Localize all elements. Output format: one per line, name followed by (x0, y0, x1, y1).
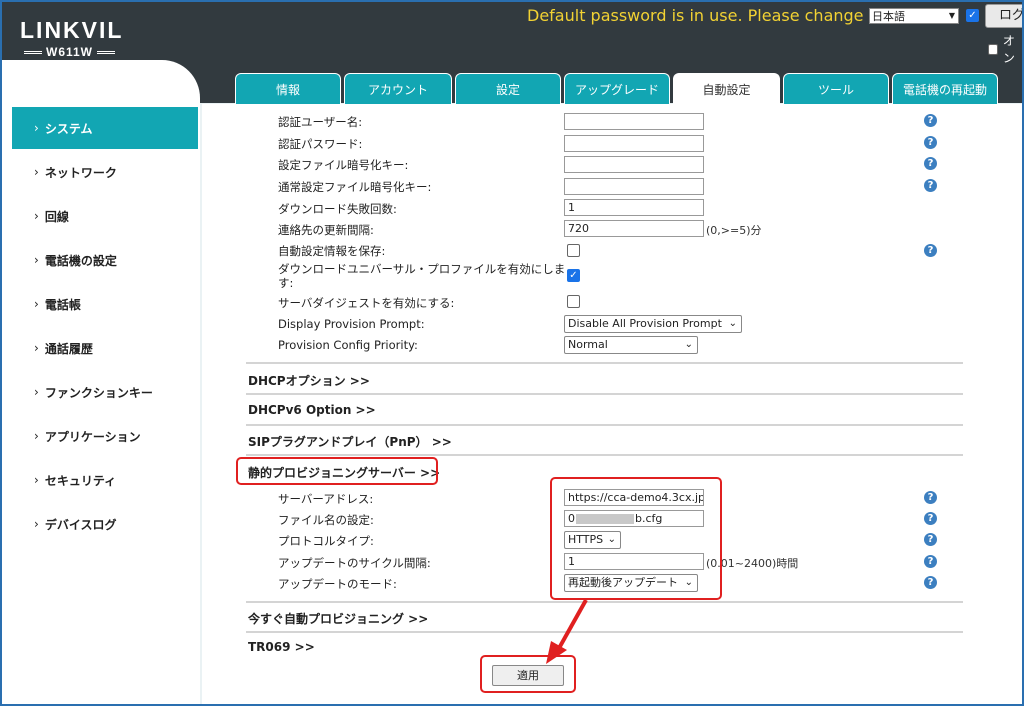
help-icon[interactable]: ? (924, 244, 937, 257)
auth-user-input[interactable] (564, 113, 704, 130)
contact-update-interval-label: 連絡先の更新間隔: (278, 223, 374, 237)
config-priority-label: Provision Config Priority: (278, 338, 418, 352)
sidebar-item-security[interactable]: › セキュリティ (12, 459, 198, 501)
server-digest-checkbox[interactable] (567, 295, 580, 308)
chevron-right-icon: › (34, 517, 39, 531)
auth-password-input[interactable] (564, 135, 704, 152)
universal-profile-label: ダウンロードユニバーサル・プロファイルを有効にしま す: (278, 262, 566, 290)
chevron-right-icon: › (34, 253, 39, 267)
chevron-down-icon: ▼ (948, 11, 955, 20)
sidebar-item-line[interactable]: › 回線 (12, 195, 198, 237)
help-icon[interactable]: ? (924, 114, 937, 127)
annotation-highlight-fields (550, 477, 722, 600)
section-pnp[interactable]: SIPプラグアンドプレイ（PnP） >> (248, 433, 452, 450)
help-icon[interactable]: ? (924, 576, 937, 589)
help-icon[interactable]: ? (924, 179, 937, 192)
auth-password-label: 認証パスワード: (278, 137, 363, 151)
file-name-label: ファイル名の設定: (278, 513, 374, 527)
default-password-warning: Default password is in use. Please chang… (527, 6, 864, 25)
section-provision-now[interactable]: 今すぐ自動プロビジョニング >> (248, 610, 428, 627)
apply-button[interactable]: 適用 (492, 665, 564, 686)
display-prompt-select[interactable]: Disable All Provision Prompt ⌄ (564, 315, 742, 333)
help-icon[interactable]: ? (924, 512, 937, 525)
common-encrypt-key-label: 通常設定ファイル暗号化キー: (278, 180, 432, 194)
config-encrypt-key-label: 設定ファイル暗号化キー: (278, 158, 409, 172)
config-priority-select[interactable]: Normal ⌄ (564, 336, 698, 354)
chevron-right-icon: › (34, 341, 39, 355)
chevron-right-icon: › (34, 165, 39, 179)
tab-account[interactable]: アカウント (344, 73, 452, 104)
tab-reboot[interactable]: 電話機の再起動 (892, 73, 998, 104)
sidebar-item-network[interactable]: › ネットワーク (12, 151, 198, 193)
model-name: W611W (46, 45, 94, 59)
tab-settings[interactable]: 設定 (455, 73, 561, 104)
sidebar-item-function-keys[interactable]: › ファンクションキー (12, 371, 198, 413)
auth-user-label: 認証ユーザー名: (278, 115, 363, 129)
save-autoprov-info-label: 自動設定情報を保存: (278, 244, 386, 258)
save-autoprov-info-checkbox[interactable] (567, 244, 580, 257)
section-dhcpv6-option[interactable]: DHCPv6 Option >> (248, 403, 376, 417)
tab-info[interactable]: 情報 (235, 73, 341, 104)
tab-tools[interactable]: ツール (783, 73, 889, 104)
chevron-right-icon: › (34, 121, 39, 135)
language-checkbox[interactable]: ✓ (966, 9, 979, 22)
section-dhcp-option[interactable]: DHCPオプション >> (248, 372, 370, 389)
chevron-right-icon: › (34, 429, 39, 443)
sidebar-item-phonebook[interactable]: › 電話帳 (12, 283, 198, 325)
language-select[interactable]: 日本語 ▼ (869, 8, 959, 24)
contact-update-interval-unit: (0,>=5)分 (706, 224, 762, 237)
help-icon[interactable]: ? (924, 555, 937, 568)
online-label: オン (1002, 34, 1015, 65)
sidebar-item-phone-settings[interactable]: › 電話機の設定 (12, 239, 198, 281)
protocol-label: プロトコルタイプ: (278, 534, 374, 548)
sidebar: › システム › ネットワーク › 回線 › 電話機の設定 › 電話帳 › 通話履歴 › ファ… (2, 60, 200, 706)
update-mode-label: アップデートのモード: (278, 577, 397, 591)
chevron-right-icon: › (34, 209, 39, 223)
chevron-right-icon: › (34, 385, 39, 399)
common-encrypt-key-input[interactable] (564, 178, 704, 195)
chevron-right-icon: › (34, 297, 39, 311)
config-encrypt-key-input[interactable] (564, 156, 704, 173)
tab-auto-provision[interactable]: 自動設定 (673, 73, 780, 104)
chevron-down-icon: ⌄ (684, 339, 693, 350)
help-icon[interactable]: ? (924, 136, 937, 149)
brand-logo: LINKVIL W611W (20, 18, 123, 59)
logout-button[interactable]: ログアウト (985, 4, 1024, 28)
divider (246, 454, 963, 456)
annotation-highlight-section (236, 457, 438, 485)
divider (246, 362, 963, 364)
sidebar-item-call-log[interactable]: › 通話履歴 (12, 327, 198, 369)
sidebar-item-applications[interactable]: › アプリケーション (12, 415, 198, 457)
universal-profile-checkbox[interactable]: ✓ (567, 269, 580, 282)
help-icon[interactable]: ? (924, 491, 937, 504)
server-digest-label: サーバダイジェストを有効にする: (278, 296, 455, 310)
divider (246, 424, 963, 426)
sidebar-item-device-log[interactable]: › デバイスログ (12, 503, 198, 545)
tab-upgrade[interactable]: アップグレード (564, 73, 670, 104)
contact-update-interval-input[interactable]: 720 (564, 220, 704, 237)
sidebar-item-system[interactable]: › システム (12, 107, 198, 149)
help-icon[interactable]: ? (924, 533, 937, 546)
server-address-label: サーバーアドレス: (278, 492, 374, 506)
chevron-right-icon: › (34, 473, 39, 487)
divider (246, 393, 963, 395)
section-tr069[interactable]: TR069 >> (248, 640, 315, 654)
chevron-down-icon: ⌄ (728, 318, 737, 329)
display-prompt-label: Display Provision Prompt: (278, 317, 425, 331)
help-icon[interactable]: ? (924, 157, 937, 170)
download-fail-count-input[interactable]: 1 (564, 199, 704, 216)
download-fail-count-label: ダウンロード失敗回数: (278, 202, 397, 216)
logo-text: LINKVIL (20, 17, 124, 43)
update-interval-label: アップデートのサイクル間隔: (278, 556, 431, 570)
online-checkbox[interactable] (988, 43, 998, 55)
